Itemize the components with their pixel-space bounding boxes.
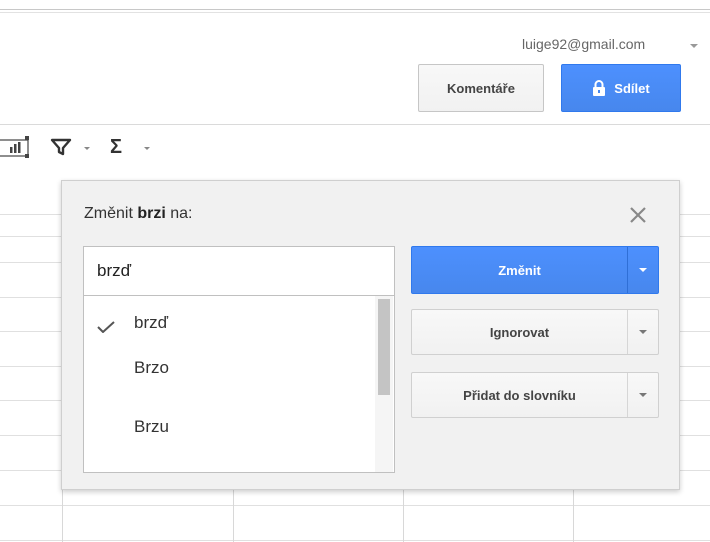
suggestion-label: brzď <box>134 313 169 332</box>
dictionary-options-chevron-down-icon[interactable] <box>628 373 658 417</box>
grid-column-line <box>233 490 234 542</box>
filter-chevron-down-icon[interactable] <box>84 145 90 151</box>
ignore-button[interactable]: Ignorovat <box>411 309 659 355</box>
dialog-title-suffix: na: <box>165 205 193 222</box>
account-email[interactable]: luige92@gmail.com <box>522 36 645 52</box>
add-to-dictionary-label: Přidat do slovníku <box>463 387 576 403</box>
grid-line <box>0 505 710 506</box>
close-icon[interactable] <box>628 205 648 225</box>
spellcheck-dialog: Změnit brzi na: brzď brzď Brzo Brzu Změn… <box>61 180 680 490</box>
functions-chevron-down-icon[interactable] <box>144 145 150 151</box>
comments-button[interactable]: Komentáře <box>418 64 544 112</box>
change-button-label: Změnit <box>498 262 541 278</box>
change-options-chevron-down-icon[interactable] <box>628 247 658 293</box>
chart-icon[interactable] <box>0 134 32 160</box>
lock-icon <box>592 80 606 96</box>
toolbar-divider <box>0 124 710 125</box>
share-button[interactable]: Sdílet <box>561 64 681 112</box>
suggestion-item[interactable]: Brzo <box>84 349 374 389</box>
dialog-title-prefix: Změnit <box>84 205 138 222</box>
account-menu-chevron-down-icon[interactable] <box>690 44 698 48</box>
check-icon <box>97 318 115 334</box>
grid-line <box>0 540 710 541</box>
ignore-button-label: Ignorovat <box>489 324 550 340</box>
grid-column-line <box>62 490 63 542</box>
ignore-options-chevron-down-icon[interactable] <box>628 310 658 354</box>
filter-icon[interactable] <box>50 134 74 160</box>
grid-column-line <box>573 490 574 542</box>
suggestion-item[interactable]: brzď <box>84 304 374 344</box>
top-border-shadow <box>0 12 710 13</box>
share-button-label: Sdílet <box>614 80 650 96</box>
functions-icon[interactable]: Σ <box>110 134 122 160</box>
suggestion-list[interactable]: brzď Brzo Brzu <box>83 295 395 473</box>
suggestion-scrollbar[interactable] <box>375 296 393 472</box>
scrollbar-thumb[interactable] <box>378 299 390 395</box>
suggestion-item[interactable]: Brzu <box>84 408 374 448</box>
dialog-title: Změnit brzi na: <box>84 205 192 223</box>
misspelled-word: brzi <box>137 205 166 222</box>
change-button[interactable]: Změnit <box>411 246 659 294</box>
suggestion-label: Brzu <box>134 417 169 436</box>
grid-column-line <box>403 490 404 542</box>
suggestion-label: Brzo <box>134 358 169 377</box>
add-to-dictionary-button[interactable]: Přidat do slovníku <box>411 372 659 418</box>
top-border <box>0 9 710 10</box>
comments-button-label: Komentáře <box>447 80 515 96</box>
replacement-input[interactable]: brzď <box>83 246 395 296</box>
